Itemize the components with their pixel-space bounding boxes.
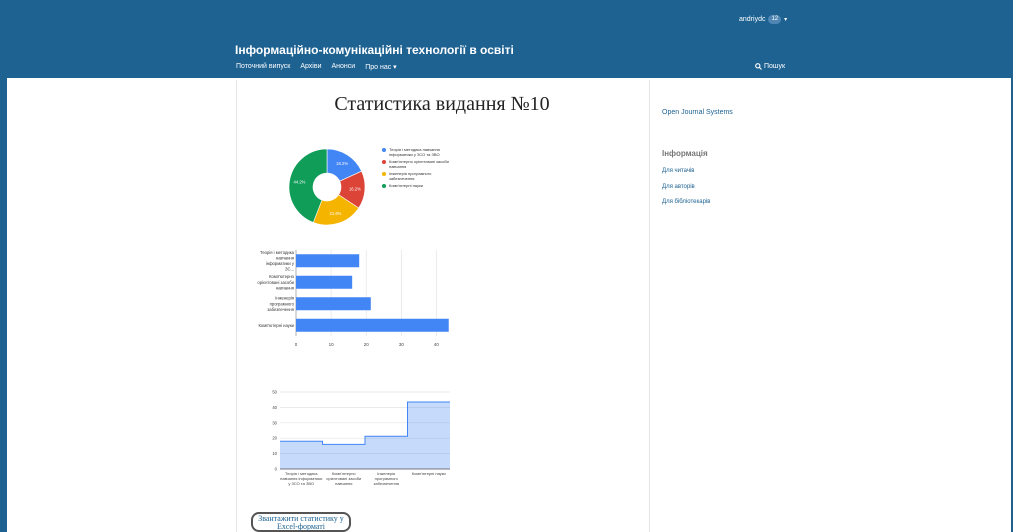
bar <box>296 275 353 289</box>
legend-item: Комп'ютерно орієнтовані засоби навчання <box>382 159 452 169</box>
download-excel-button[interactable]: Звантажити статистику у Excel-форматі <box>251 512 351 532</box>
sidebar-info-heading: Інформація <box>662 149 708 158</box>
y-tick-label: Інженерія <box>275 296 294 301</box>
nav-about[interactable]: Про нас ▾ <box>365 63 396 71</box>
chevron-down-icon[interactable]: ▾ <box>784 16 787 23</box>
x-tick-label: 20 <box>364 342 370 347</box>
y-tick-label: орієнтовані засоби <box>257 280 294 285</box>
area-chart: 01020304050Теорія і методиканавчання інф… <box>272 390 450 486</box>
page-title: Статистика видання №10 <box>334 93 550 115</box>
x-tick-label: 0 <box>295 342 298 347</box>
ojs-link[interactable]: Open Journal Systems <box>662 109 733 116</box>
pie-slice-label: 16.2% <box>349 187 361 192</box>
search-link[interactable]: Пошук <box>755 63 785 70</box>
username[interactable]: andriydc <box>739 16 765 23</box>
pie-chart: 18.2% 16.2% 21.6% 44.2% <box>288 148 366 226</box>
bar-chart: 0 10 20 30 40Теорія і методиканавчанняінформ… <box>257 250 449 347</box>
pie-slice-label: 21.6% <box>330 211 342 216</box>
y-tick-label: ЗС... <box>285 267 294 272</box>
site-title[interactable]: Інформаційно-комунікаційні технології в … <box>235 43 514 57</box>
nav-current-issue[interactable]: Поточний випуск <box>236 63 290 71</box>
x-tick-label: Комп'ютерні науки <box>412 471 446 476</box>
y-tick-label: 40 <box>272 405 277 410</box>
legend-item: Теорія і методика навчання інформатики у… <box>382 147 452 157</box>
area-fill <box>280 402 450 469</box>
site-header: andriydc 12 ▾ Інформаційно-комунікаційні… <box>0 0 1013 78</box>
sidebar-link-authors[interactable]: Для авторів <box>662 184 695 190</box>
notification-badge[interactable]: 12 <box>768 15 782 24</box>
legend-item: Інженерія програмного забезпечення <box>382 171 452 181</box>
nav-archives[interactable]: Архіви <box>300 63 321 71</box>
x-tick-label: у ЗСО та ЗВО <box>288 481 314 486</box>
search-label[interactable]: Пошук <box>764 63 785 70</box>
user-menu[interactable]: andriydc 12 ▾ <box>739 15 787 24</box>
pie-slice-label: 44.2% <box>294 179 306 184</box>
sidebar-link-readers[interactable]: Для читачів <box>662 168 695 174</box>
x-tick-label: забезпечення <box>374 481 399 486</box>
y-tick-label: 50 <box>272 390 277 395</box>
y-tick-label: Комп'ютерно <box>269 274 295 279</box>
bar <box>296 318 449 332</box>
y-tick-label: 0 <box>275 467 278 472</box>
legend-item: Комп'ютерні науки <box>382 183 452 188</box>
y-tick-label: 10 <box>272 451 277 456</box>
pie-slice-label: 18.2% <box>336 161 348 166</box>
x-tick-label: 30 <box>399 342 405 347</box>
y-tick-label: 20 <box>272 436 277 441</box>
pie-legend: Теорія і методика навчання інформатики у… <box>382 147 452 190</box>
bar <box>296 254 360 268</box>
page-frame-left <box>0 0 7 532</box>
bar <box>296 297 371 311</box>
y-tick-label: 30 <box>272 420 277 425</box>
y-tick-label: навчання <box>276 255 294 260</box>
y-tick-label: навчання <box>276 285 294 290</box>
x-tick-label: 40 <box>434 342 440 347</box>
y-tick-label: Комп'ютерні науки <box>258 323 294 328</box>
y-tick-label: інформатики у <box>266 261 295 266</box>
y-tick-label: Теорія і методика <box>260 250 295 255</box>
y-tick-label: забезпечення <box>267 307 294 312</box>
x-tick-label: навчання <box>335 481 352 486</box>
nav-announcements[interactable]: Анонси <box>332 63 356 71</box>
main-nav: Поточний випуск Архіви Анонси Про нас ▾ <box>236 63 397 71</box>
x-tick-label: 10 <box>329 342 335 347</box>
sidebar-link-librarians[interactable]: Для бібліотекарів <box>662 199 710 205</box>
search-icon <box>755 63 762 70</box>
y-tick-label: програмного <box>270 301 295 306</box>
